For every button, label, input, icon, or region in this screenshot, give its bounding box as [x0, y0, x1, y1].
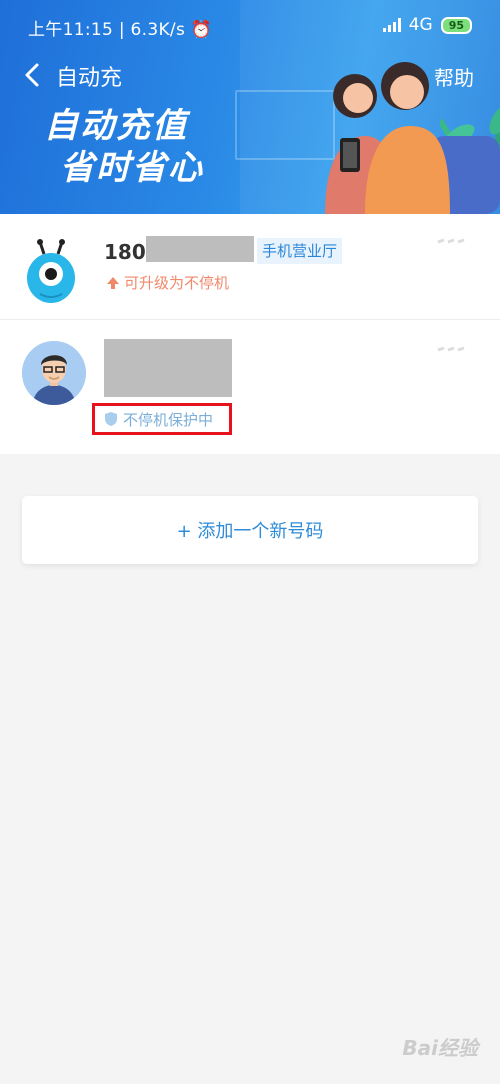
back-arrow-icon[interactable] [18, 60, 48, 90]
account-row[interactable]: 不停机保护中 [0, 214, 500, 454]
alarm-icon: ⏰ [190, 20, 213, 40]
shield-icon [105, 412, 117, 426]
account-list: 180 手机营业厅 可升级为不停机 不停机保护中 [0, 214, 500, 454]
man-avatar-icon [22, 341, 86, 405]
protection-status-highlight[interactable]: 不停机保护中 [92, 403, 232, 435]
network-type: 4G [408, 15, 433, 35]
slogan-line-2: 省时省心 [60, 148, 204, 188]
user-avatar [22, 341, 86, 405]
status-bar: 上午11:15 | 6.3K/s ⏰ 4G 95 [0, 0, 500, 52]
status-right: 4G 95 [382, 15, 472, 35]
protection-status-label: 不停机保护中 [123, 410, 214, 429]
help-button[interactable]: 帮助 [434, 62, 474, 91]
watermark: Bai经验 [402, 1036, 478, 1060]
signal-icon [382, 18, 401, 32]
status-speed: 6.3K/s [130, 20, 186, 40]
header-banner: 上午11:15 | 6.3K/s ⏰ 4G 95 自动充 帮助 自动充值 省时省… [0, 0, 500, 214]
status-time: 上午11:15 [28, 20, 114, 40]
battery-indicator: 95 [440, 16, 472, 34]
account-name-mask [104, 339, 232, 397]
add-number-button[interactable]: + 添加一个新号码 [22, 496, 478, 564]
status-left: 上午11:15 | 6.3K/s ⏰ [28, 20, 213, 40]
more-icon[interactable] [436, 346, 466, 354]
page-title: 自动充 [56, 66, 123, 91]
